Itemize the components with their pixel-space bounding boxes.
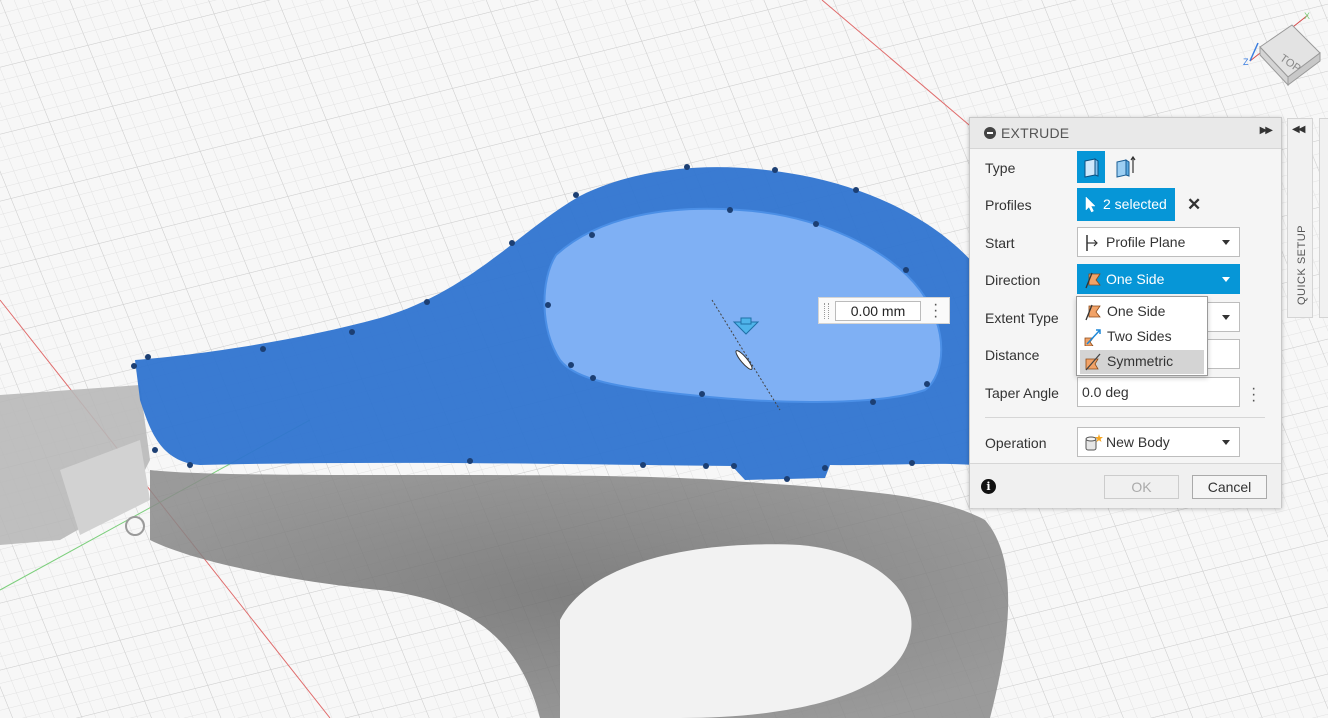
menu-item-symmetric[interactable]: Symmetric [1080,350,1204,374]
operation-label: Operation [985,435,1047,451]
direction-label: Direction [985,272,1041,288]
taper-angle-value: 0.0 deg [1082,384,1129,400]
cancel-button[interactable]: Cancel [1192,475,1267,499]
direction-dropdown[interactable]: One Side [1077,264,1240,294]
chevron-down-icon [1222,277,1230,282]
start-label: Start [985,235,1015,251]
operation-dropdown[interactable]: New Body [1077,427,1240,457]
collapse-icon[interactable] [984,127,996,139]
profile-plane-icon [1086,235,1098,251]
extrude-dialog-header[interactable]: EXTRUDE ▶▶ [970,118,1281,149]
menu-item-label: One Side [1107,303,1166,319]
drag-grip-icon[interactable] [824,303,829,319]
menu-item-two-sides[interactable]: Two Sides [1080,325,1204,349]
start-dropdown[interactable]: Profile Plane [1077,227,1240,257]
menu-item-label: Two Sides [1107,328,1172,344]
divider [985,417,1265,418]
clear-selection-icon[interactable]: ✕ [1187,196,1201,213]
info-icon[interactable]: i [981,479,996,494]
direction-value: One Side [1106,271,1165,287]
operation-value: New Body [1106,434,1170,450]
cursor-select-icon [1085,196,1096,213]
menu-item-label: Symmetric [1107,353,1174,369]
distance-dimension-box: 0.00 mm · · · [818,297,950,325]
ok-button[interactable]: OK [1104,475,1179,499]
one-side-icon [1085,272,1101,289]
chevron-down-icon [1222,240,1230,245]
type-thin-button[interactable] [1112,151,1140,183]
more-options-icon[interactable]: · · · [933,297,938,325]
viewcube[interactable]: TOP X Z [1240,5,1328,105]
dialog-footer: i OK Cancel [970,463,1281,508]
profiles-label: Profiles [985,197,1032,213]
dialog-title: EXTRUDE [1001,125,1070,141]
collapse-left-icon[interactable]: ◀◀ [1292,124,1305,135]
quick-setup-label: QUICK SETUP [1296,224,1308,306]
direction-menu: One Side Two Sides Symmetric [1076,296,1208,376]
start-value: Profile Plane [1106,234,1186,250]
extent-type-label: Extent Type [985,310,1059,326]
taper-angle-label: Taper Angle [985,385,1059,401]
new-body-icon [1085,434,1103,451]
thin-extrude-icon [1116,155,1136,178]
type-solid-button[interactable] [1077,151,1105,183]
taper-more-options-icon[interactable]: · · · [1251,381,1256,409]
distance-label: Distance [985,347,1040,363]
two-sides-icon [1084,329,1101,346]
viewcube-axis-z: Z [1243,57,1249,67]
type-label: Type [985,160,1016,176]
viewcube-axis-x: X [1304,11,1310,21]
expand-icon[interactable]: ▶▶ [1260,125,1273,136]
profiles-selection-button[interactable]: 2 selected [1077,188,1175,221]
distance-dimension-input[interactable]: 0.00 mm [835,301,921,321]
chevron-down-icon [1222,440,1230,445]
chevron-down-icon [1222,315,1230,320]
secondary-side-bar[interactable] [1319,118,1328,318]
one-side-icon [1085,304,1101,321]
profiles-count: 2 selected [1103,196,1167,212]
taper-angle-field[interactable]: 0.0 deg [1077,377,1240,407]
menu-item-one-side[interactable]: One Side [1080,300,1204,324]
solid-extrude-icon [1084,158,1099,178]
quick-setup-bar[interactable]: ◀◀ QUICK SETUP [1287,118,1313,318]
symmetric-icon [1085,353,1101,371]
